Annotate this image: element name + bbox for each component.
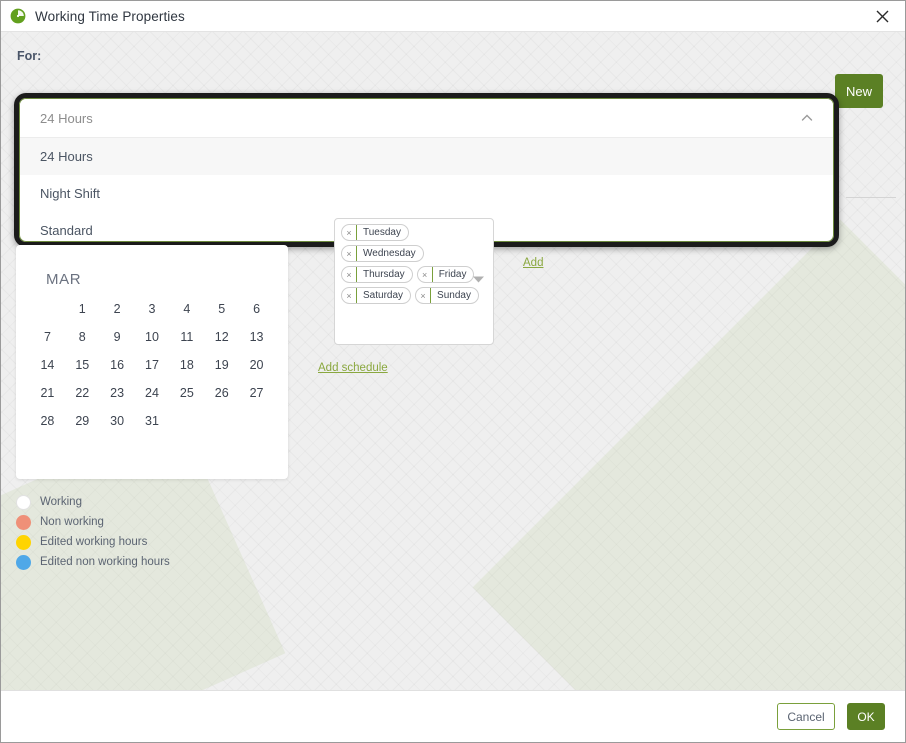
chip-remove-icon[interactable]: × [418, 267, 433, 282]
chip-label: Thursday [363, 269, 405, 280]
legend-item-edited-working: Edited working hours [16, 532, 170, 552]
cancel-button[interactable]: Cancel [777, 703, 835, 730]
schedule-day-chip[interactable]: × Friday [416, 266, 475, 283]
legend-color-swatch [16, 514, 31, 530]
calendar-select-value-row[interactable]: 24 Hours [20, 99, 833, 137]
calendar-day-cell[interactable]: 19 [204, 358, 239, 372]
calendar-day-cell[interactable]: 1 [65, 302, 100, 316]
calendar-day-cell[interactable]: 21 [30, 386, 65, 400]
calendar-day-cell[interactable]: 14 [30, 358, 65, 372]
calendar-day-cell[interactable]: 22 [65, 386, 100, 400]
calendar-day-cell[interactable]: 20 [239, 358, 274, 372]
calendar-day-cell[interactable]: 2 [100, 302, 135, 316]
chip-remove-icon[interactable]: × [342, 225, 357, 240]
schedule-days-multiselect[interactable]: × Tuesday × Wednesday × Thursday × Friday × Satur… [334, 218, 494, 345]
calendar-day-cell[interactable]: 15 [65, 358, 100, 372]
dialog-body: For: New 24 Hours 24 Hours Night Shift S… [1, 32, 905, 692]
legend-color-swatch [16, 494, 31, 510]
schedule-day-chip[interactable]: × Saturday [341, 287, 412, 304]
ok-button[interactable]: OK [847, 703, 885, 730]
calendar-day-cell[interactable]: 7 [30, 330, 65, 344]
chip-label: Wednesday [363, 248, 416, 259]
add-schedule-link[interactable]: Add schedule [318, 362, 388, 374]
calendar-day-cell[interactable]: 4 [169, 302, 204, 316]
calendar-day-grid: 1 2 3 4 5 6 7 8 9 10 11 12 13 14 15 16 17 18 19 20 21 22 23 24 2… [30, 302, 274, 428]
schedule-day-chip[interactable]: × Sunday [415, 287, 479, 304]
legend-color-swatch [16, 554, 31, 570]
chip-label: Friday [438, 269, 467, 280]
new-button[interactable]: New [835, 74, 883, 108]
calendar-day-cell[interactable]: 6 [239, 302, 274, 316]
window-title: Working Time Properties [35, 8, 185, 24]
add-link[interactable]: Add [523, 257, 543, 269]
calendar-day-cell[interactable]: 18 [169, 358, 204, 372]
chip-label: Tuesday [363, 227, 401, 238]
chip-label: Saturday [363, 290, 404, 301]
calendar-day-cell[interactable]: 11 [169, 330, 204, 344]
calendar-day-cell[interactable]: 30 [100, 414, 135, 428]
section-divider [846, 197, 896, 198]
legend-label: Edited non working hours [40, 556, 170, 568]
for-label: For: [17, 49, 42, 63]
calendar-day-cell[interactable]: 24 [135, 386, 170, 400]
close-icon[interactable] [859, 1, 905, 32]
legend-item-working: Working [16, 492, 170, 512]
chip-label: Sunday [437, 290, 471, 301]
calendar-day-cell[interactable]: 3 [135, 302, 170, 316]
legend-label: Non working [40, 516, 104, 528]
chip-remove-icon[interactable]: × [342, 288, 357, 303]
calendar-option-label: Standard [40, 223, 93, 238]
dialog-footer: Cancel OK [1, 690, 905, 742]
calendar-day-cell[interactable]: 31 [135, 414, 170, 428]
calendar-blank-cell [30, 302, 65, 316]
chevron-down-icon[interactable] [472, 275, 485, 284]
title-bar: Working Time Properties [1, 1, 905, 32]
month-calendar-card: MAR 1 2 3 4 5 6 7 8 9 10 11 12 13 14 15 16 17 18 19 20 21 22 2… [16, 245, 288, 479]
calendar-day-cell[interactable]: 16 [100, 358, 135, 372]
calendar-option-night-shift[interactable]: Night Shift [20, 175, 833, 212]
legend-label: Working [40, 496, 82, 508]
calendar-option-label: 24 Hours [40, 149, 93, 164]
chip-remove-icon[interactable]: × [416, 288, 432, 303]
legend-color-swatch [16, 534, 31, 550]
calendar-day-cell[interactable]: 17 [135, 358, 170, 372]
calendar-legend: Working Non working Edited working hours… [16, 492, 170, 572]
clock-icon [10, 8, 26, 24]
calendar-day-cell[interactable]: 10 [135, 330, 170, 344]
schedule-day-chip[interactable]: × Thursday [341, 266, 413, 283]
background-watermark-right [472, 219, 905, 692]
calendar-option-24-hours[interactable]: 24 Hours [20, 138, 833, 175]
calendar-day-cell[interactable]: 26 [204, 386, 239, 400]
calendar-day-cell[interactable]: 28 [30, 414, 65, 428]
legend-item-edited-non-working: Edited non working hours [16, 552, 170, 572]
schedule-day-chip[interactable]: × Tuesday [341, 224, 409, 241]
chip-remove-icon[interactable]: × [342, 267, 357, 282]
calendar-day-cell[interactable]: 8 [65, 330, 100, 344]
legend-item-non-working: Non working [16, 512, 170, 532]
calendar-day-cell[interactable]: 5 [204, 302, 239, 316]
calendar-option-label: Night Shift [40, 186, 100, 201]
calendar-day-cell[interactable]: 12 [204, 330, 239, 344]
chip-remove-icon[interactable]: × [342, 246, 357, 261]
calendar-day-cell[interactable]: 9 [100, 330, 135, 344]
calendar-select-value: 24 Hours [40, 110, 93, 126]
calendar-month-label: MAR [46, 271, 82, 288]
calendar-day-cell[interactable]: 27 [239, 386, 274, 400]
schedule-days-chip-list: × Tuesday × Wednesday × Thursday × Friday × Satur… [341, 224, 487, 304]
calendar-day-cell[interactable]: 13 [239, 330, 274, 344]
legend-label: Edited working hours [40, 536, 148, 548]
calendar-day-cell[interactable]: 25 [169, 386, 204, 400]
working-time-properties-dialog: Working Time Properties For: New 24 Hour… [0, 0, 906, 743]
calendar-day-cell[interactable]: 29 [65, 414, 100, 428]
calendar-day-cell[interactable]: 23 [100, 386, 135, 400]
schedule-day-chip[interactable]: × Wednesday [341, 245, 424, 262]
chevron-up-icon[interactable] [799, 110, 815, 126]
